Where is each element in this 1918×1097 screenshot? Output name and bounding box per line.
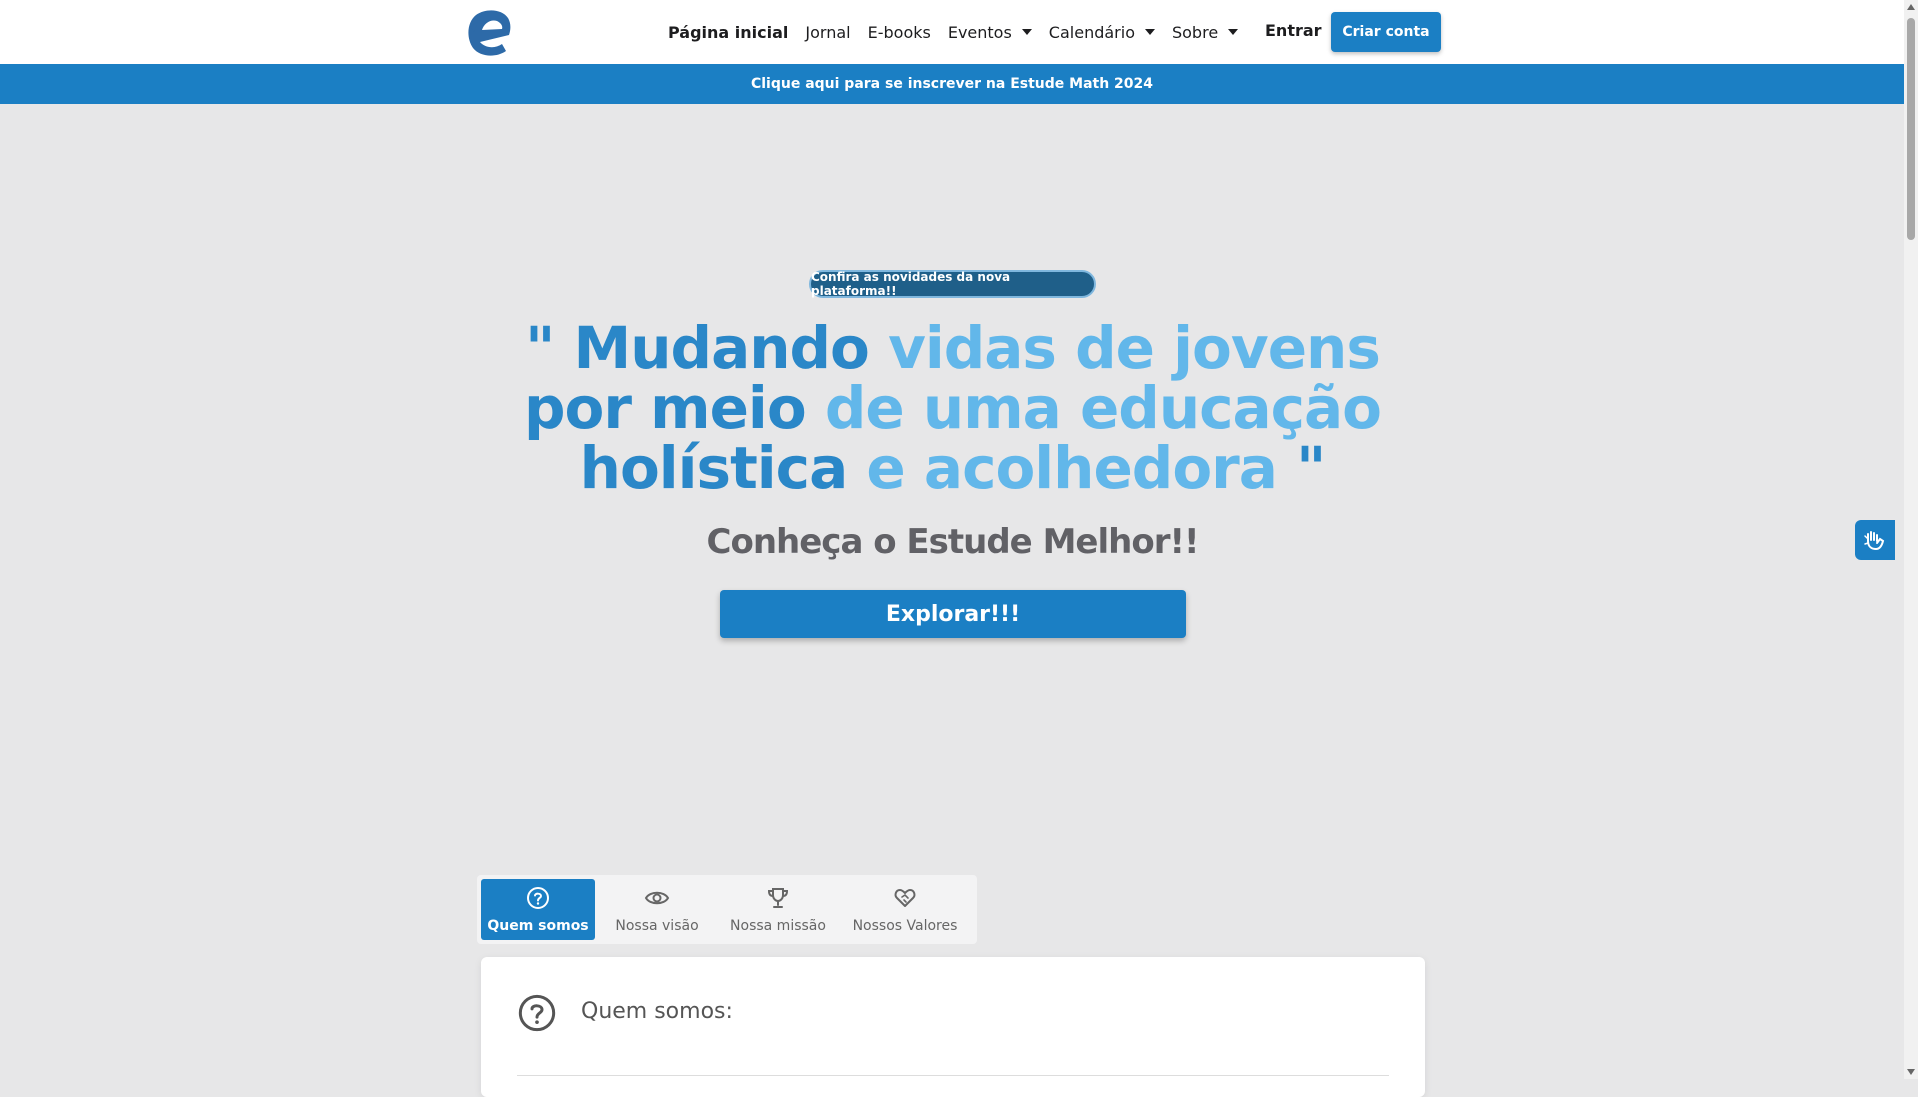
headline-part: e acolhedora [866,434,1278,502]
tab-label: Nossa missão [730,917,826,934]
logo-icon[interactable] [464,6,516,58]
divider [517,1075,1389,1076]
explore-button[interactable]: Explorar!!! [720,590,1186,638]
caret-down-icon [1228,29,1239,35]
nav-item-home[interactable]: Página inicial [668,23,788,42]
nav-item-sobre[interactable]: Sobre [1171,22,1239,42]
card-title: Quem somos: [581,999,733,1024]
scroll-up-icon[interactable] [1907,4,1915,10]
hero-subheadline: Conheça o Estude Melhor!! [706,522,1200,562]
headline-part: por meio [524,374,825,442]
login-link[interactable]: Entrar [1265,21,1322,40]
nav-item-eventos[interactable]: Eventos [948,23,1032,42]
heart-handshake-icon [894,888,916,907]
nav-item-label: E-books [867,22,931,42]
headline-part: " Mudando [525,314,889,382]
about-tabs: Quem somos Nossa visão Nossa missão Noss… [477,875,977,944]
question-circle-icon [527,886,549,909]
question-circle-icon [518,994,556,1032]
nav-item-label: Jornal [805,22,851,42]
scroll-thumb[interactable] [1907,18,1915,240]
headline-part: de uma educação [824,374,1382,442]
main-nav: Página inicial Jornal E-books Eventos Ca… [668,0,1255,64]
caret-down-icon [1021,29,1032,35]
sign-language-icon [1864,531,1885,551]
tab-label: Nossa visão [615,917,699,934]
tab-nossa-visao[interactable]: Nossa visão [595,879,719,940]
news-badge[interactable]: Confira as novidades da nova plataforma!… [809,270,1096,298]
tab-nossa-missao[interactable]: Nossa missão [719,879,837,940]
eye-icon [644,891,670,904]
page-scrollbar[interactable] [1904,0,1918,1079]
caret-down-icon [1144,29,1155,35]
nav-item-calendario[interactable]: Calendário [1049,23,1155,42]
trophy-icon [767,887,789,908]
tab-label: Nossos Valores [852,917,958,934]
headline-part: " [1276,434,1326,502]
headline-part: holística [579,434,867,502]
nav-item-ebooks[interactable]: E-books [868,23,931,42]
nav-item-label: Sobre [1171,22,1219,42]
nav-item-label: Página inicial [668,22,789,42]
nav-item-jornal[interactable]: Jornal [805,23,850,42]
accessibility-button[interactable] [1855,520,1895,560]
tab-nossos-valores[interactable]: Nossos Valores [837,879,973,940]
nav-item-label: Calendário [1048,22,1135,42]
top-navbar: Página inicial Jornal E-books Eventos Ca… [0,0,1904,65]
tab-quem-somos[interactable]: Quem somos [481,879,595,940]
tab-label: Quem somos [487,917,589,934]
headline-part: vidas de jovens [888,314,1381,382]
nav-item-label: Eventos [947,22,1012,42]
signup-button[interactable]: Criar conta [1331,12,1441,52]
scroll-down-icon[interactable] [1907,1069,1915,1075]
about-card: Quem somos: [481,957,1425,1097]
promo-banner[interactable]: Clique aqui para se inscrever na Estude … [0,64,1904,104]
hero-headline: " Mudando vidas de jovens por meio de um… [480,318,1425,498]
